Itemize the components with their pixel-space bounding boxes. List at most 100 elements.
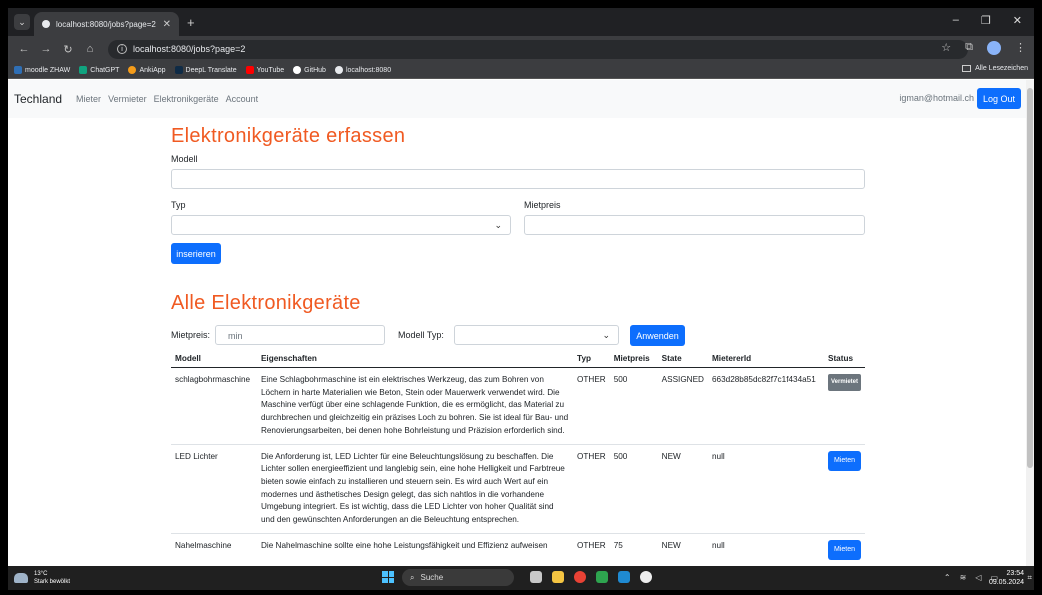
youtube-icon bbox=[245, 66, 254, 74]
nav-elektronikgeraete[interactable]: Elektronikgeräte bbox=[154, 94, 219, 104]
cell-modell: schlagbohrmaschine bbox=[171, 367, 257, 445]
cell-state: NEW bbox=[657, 533, 708, 566]
modell-input[interactable] bbox=[171, 169, 865, 189]
url-bar[interactable]: i localhost:8080/jobs?page=2 bbox=[108, 39, 968, 59]
weather-widget[interactable]: 13°C Stark bewölkt bbox=[14, 570, 70, 586]
file-explorer-icon[interactable] bbox=[552, 571, 564, 583]
volume-icon[interactable]: ◁ bbox=[975, 573, 981, 582]
col-mietpreis: Mietpreis bbox=[609, 350, 658, 368]
minimize-icon[interactable]: – bbox=[953, 14, 959, 27]
taskbar-search[interactable]: ⌕ Suche bbox=[402, 569, 514, 586]
chrome-icon[interactable] bbox=[574, 571, 586, 583]
mieten-button[interactable]: Mieten bbox=[827, 450, 861, 472]
restore-icon[interactable]: ❐ bbox=[981, 14, 991, 27]
browser-tab[interactable]: localhost:8080/jobs?page=2 ✕ bbox=[34, 12, 179, 36]
cell-status: Mieten bbox=[823, 444, 865, 534]
col-state: State bbox=[657, 350, 708, 368]
scrollbar-thumb[interactable] bbox=[1027, 88, 1033, 468]
clock-date: 09.05.2024 bbox=[988, 579, 1024, 586]
home-icon[interactable]: ⌂ bbox=[84, 43, 96, 55]
forward-icon[interactable]: → bbox=[40, 43, 52, 55]
app-icon[interactable] bbox=[640, 571, 652, 583]
brand-link[interactable]: Techland bbox=[14, 92, 62, 106]
bookmark-moodle[interactable]: moodle ZHAW bbox=[14, 66, 70, 74]
table-header-row: Modell Eigenschaften Typ Mietpreis State… bbox=[171, 350, 865, 368]
filter-mietpreis-input[interactable]: min bbox=[215, 325, 385, 345]
new-tab-icon[interactable]: + bbox=[187, 15, 195, 30]
typ-select[interactable]: ⌄ bbox=[171, 215, 511, 235]
clock[interactable]: 23:54 09.05.2024 bbox=[989, 569, 1024, 587]
all-bookmarks-label: Alle Lesezeichen bbox=[975, 65, 1028, 72]
col-eigenschaften: Eigenschaften bbox=[256, 350, 574, 368]
search-icon: ⌕ bbox=[410, 572, 415, 582]
col-mietererid: MietererId bbox=[707, 350, 824, 368]
status-badge: Vermietet bbox=[827, 374, 861, 391]
vscode-icon[interactable] bbox=[618, 571, 630, 583]
moodle-icon bbox=[14, 66, 22, 74]
store-icon[interactable] bbox=[596, 571, 608, 583]
extensions-icon[interactable]: ⧉ bbox=[965, 41, 973, 55]
notification-icon[interactable]: ⌗ bbox=[1027, 573, 1032, 583]
task-view-icon[interactable] bbox=[530, 571, 542, 583]
cell-state: ASSIGNED bbox=[657, 367, 708, 445]
reload-icon[interactable]: ↻ bbox=[62, 43, 74, 56]
inserieren-button[interactable]: inserieren bbox=[171, 243, 221, 264]
bookmark-github[interactable]: GitHub bbox=[293, 66, 326, 74]
cell-eigenschaften: Die Anforderung ist, LED Lichter für ein… bbox=[256, 444, 574, 534]
wifi-icon[interactable]: ≋ bbox=[960, 573, 967, 582]
close-window-icon[interactable]: ✕ bbox=[1013, 14, 1022, 27]
cell-eigenschaften: Die Nahelmaschine sollte eine hohe Leist… bbox=[256, 533, 574, 566]
cell-typ: OTHER bbox=[573, 533, 610, 566]
close-tab-icon[interactable]: ✕ bbox=[163, 19, 171, 30]
navbar: Techland Mieter Vermieter Elektronikgerä… bbox=[8, 80, 1026, 118]
tab-title: localhost:8080/jobs?page=2 bbox=[56, 19, 156, 29]
bookmark-star-icon[interactable]: ☆ bbox=[941, 41, 951, 55]
page-scrollbar[interactable] bbox=[1026, 80, 1034, 566]
nav-account[interactable]: Account bbox=[226, 94, 259, 104]
filter-typ-select[interactable]: ⌄ bbox=[454, 325, 619, 345]
globe-icon bbox=[334, 66, 343, 74]
logout-button[interactable]: Log Out bbox=[976, 88, 1021, 109]
cell-typ: OTHER bbox=[573, 367, 610, 445]
cell-eigenschaften: Eine Schlagbohrmaschine ist ein elektris… bbox=[256, 367, 574, 445]
tab-strip: ⌄ localhost:8080/jobs?page=2 ✕ + – ❐ ✕ bbox=[8, 8, 1034, 36]
mieten-button[interactable]: Mieten bbox=[827, 539, 861, 561]
min-placeholder: min bbox=[228, 331, 243, 341]
page: Techland Mieter Vermieter Elektronikgerä… bbox=[8, 80, 1026, 566]
mietpreis-input[interactable] bbox=[524, 215, 865, 235]
user-email: igman@hotmail.ch bbox=[899, 93, 974, 103]
table-row: schlagbohrmaschine Eine Schlagbohrmaschi… bbox=[171, 367, 865, 445]
bookmark-label: ChatGPT bbox=[90, 66, 120, 74]
nav-mieter[interactable]: Mieter bbox=[76, 94, 101, 104]
back-icon[interactable]: ← bbox=[18, 43, 30, 55]
col-status: Status bbox=[823, 350, 865, 368]
table-row: Nahelmaschine Die Nahelmaschine sollte e… bbox=[171, 533, 865, 566]
bookmark-deepl[interactable]: DeepL Translate bbox=[174, 66, 237, 74]
profile-avatar[interactable] bbox=[987, 41, 1001, 55]
anwenden-button[interactable]: Anwenden bbox=[630, 325, 685, 346]
nav-vermieter[interactable]: Vermieter bbox=[108, 94, 147, 104]
chatgpt-icon bbox=[79, 66, 88, 74]
bookmark-youtube[interactable]: YouTube bbox=[245, 66, 284, 74]
url-text: localhost:8080/jobs?page=2 bbox=[133, 44, 246, 54]
table-row: LED Lichter Die Anforderung ist, LED Lic… bbox=[171, 444, 865, 534]
site-info-icon[interactable]: i bbox=[117, 44, 127, 54]
all-bookmarks[interactable]: Alle Lesezeichen bbox=[962, 65, 1028, 72]
menu-kebab-icon[interactable]: ⋮ bbox=[1015, 41, 1026, 55]
search-label: Suche bbox=[420, 573, 444, 582]
cell-status: Mieten bbox=[823, 533, 865, 566]
chevron-up-icon[interactable]: ⌃ bbox=[944, 573, 951, 582]
tab-favicon-icon bbox=[42, 20, 50, 28]
windows-start-icon[interactable] bbox=[382, 571, 394, 583]
weather-temp: 13°C bbox=[34, 571, 48, 577]
cell-modell: LED Lichter bbox=[171, 444, 257, 534]
bookmark-ankiapp[interactable]: AnkiApp bbox=[128, 66, 166, 74]
taskbar: 13°C Stark bewölkt ⌕ Suche ⌃ ≋ ◁ ▭ 23:54 … bbox=[8, 566, 1034, 590]
cell-mietererid: null bbox=[707, 533, 824, 566]
bookmark-chatgpt[interactable]: ChatGPT bbox=[79, 66, 119, 74]
cell-modell: Nahelmaschine bbox=[171, 533, 257, 566]
cell-state: NEW bbox=[657, 444, 708, 534]
toolbar-actions: ☆ ⧉ ⋮ bbox=[941, 41, 1026, 55]
tab-search-icon[interactable]: ⌄ bbox=[14, 14, 30, 30]
bookmark-localhost[interactable]: localhost:8080 bbox=[334, 66, 391, 74]
